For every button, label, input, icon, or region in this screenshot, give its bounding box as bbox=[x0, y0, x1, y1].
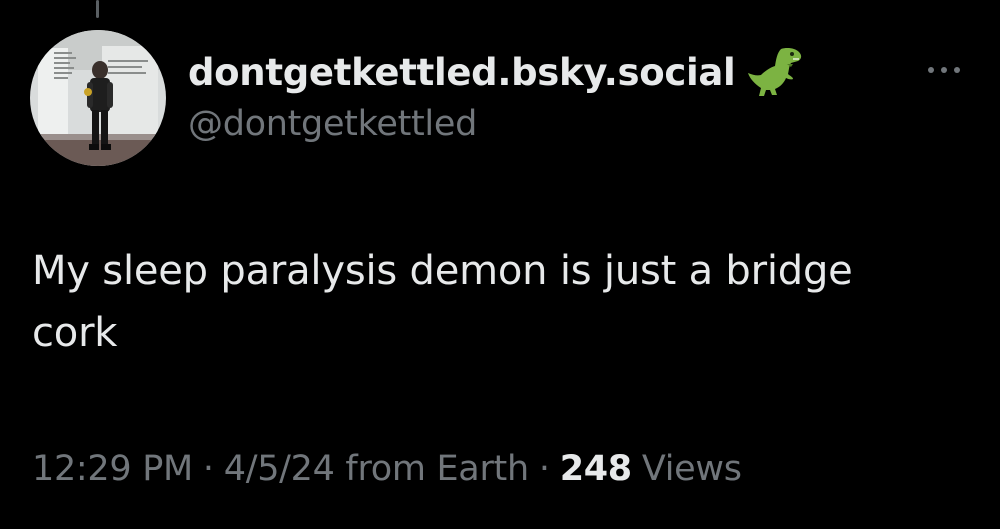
avatar-image bbox=[30, 30, 166, 166]
post-time[interactable]: 12:29 PM bbox=[32, 449, 193, 489]
author-handle[interactable]: @dontgetkettled bbox=[188, 104, 477, 144]
more-options-button[interactable] bbox=[920, 58, 968, 82]
post-source: from Earth bbox=[345, 449, 529, 489]
views-count[interactable]: 248 bbox=[560, 449, 642, 489]
author-name-row[interactable]: dontgetkettled.bsky.social bbox=[188, 42, 805, 102]
post-date[interactable]: 4/5/24 bbox=[224, 449, 335, 489]
avatar[interactable] bbox=[30, 30, 166, 166]
meta-separator: · bbox=[538, 449, 550, 489]
author-display-name[interactable]: dontgetkettled.bsky.social bbox=[188, 51, 736, 94]
views-label[interactable]: Views bbox=[642, 449, 742, 489]
post-meta: 12:29 PM · 4/5/24 from Earth · 248 Views bbox=[32, 444, 742, 494]
ellipsis-icon bbox=[954, 67, 960, 73]
post-body-text: My sleep paralysis demon is just a bridg… bbox=[32, 248, 853, 356]
thread-connector-line bbox=[96, 0, 99, 18]
t-rex-emoji-icon bbox=[748, 48, 802, 96]
ellipsis-icon bbox=[941, 67, 947, 73]
ellipsis-icon bbox=[928, 67, 934, 73]
meta-separator: · bbox=[202, 449, 214, 489]
